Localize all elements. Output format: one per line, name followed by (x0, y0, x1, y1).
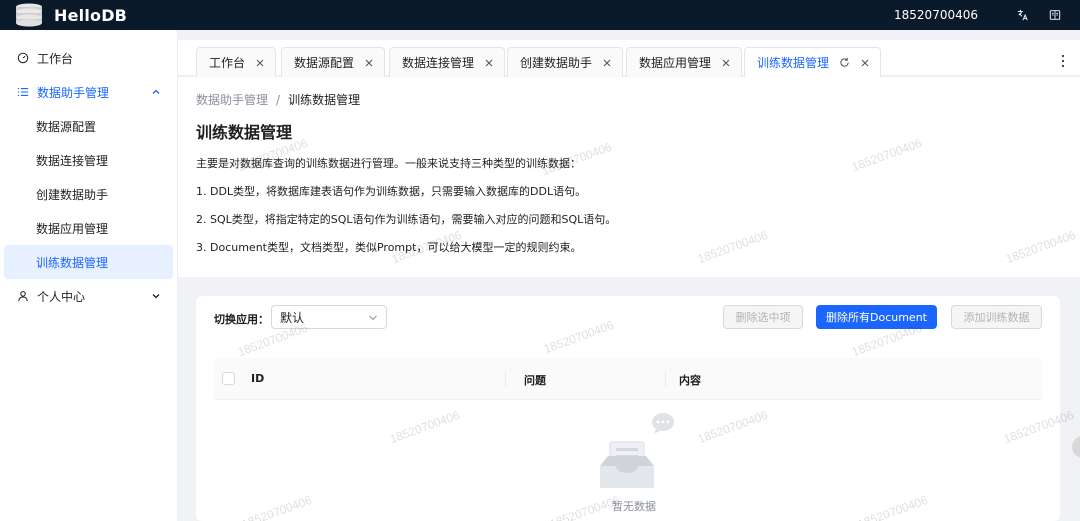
switch-app-label: 切换应用： (214, 313, 269, 326)
column-content: 内容 (679, 374, 701, 387)
chevron-down-icon (369, 315, 377, 321)
sidebar: 工作台 数据助手管理 数据源配置 数据连接管理 创建数据助手 数据应用管理 训练… (0, 30, 178, 521)
breadcrumb-current: 训练数据管理 (288, 93, 361, 107)
top-header: HelloDB 18520700406 (0, 0, 1080, 30)
delete-selected-button[interactable]: 删除选中项 (723, 305, 803, 329)
column-id: ID (251, 372, 265, 385)
page-point-ddl: 1. DDL类型，将数据库建表语句作为训练数据，只需要输入数据库的DDL语句。 (196, 185, 587, 198)
breadcrumb: 数据助手管理 / 训练数据管理 (196, 91, 360, 108)
tab-label: 数据应用管理 (639, 56, 712, 70)
app-select[interactable]: 默认 (271, 305, 387, 329)
list-icon (16, 85, 30, 99)
app-title: HelloDB (54, 5, 128, 25)
close-icon[interactable] (602, 58, 612, 68)
sidebar-group-assistant: 数据助手管理 数据源配置 数据连接管理 创建数据助手 数据应用管理 训练数据管理 (0, 75, 177, 279)
close-icon[interactable] (364, 58, 374, 68)
tab-label: 创建数据助手 (520, 56, 593, 70)
close-icon[interactable] (721, 58, 731, 68)
floating-side-handle[interactable] (1072, 436, 1080, 458)
breadcrumb-parent[interactable]: 数据助手管理 (196, 91, 268, 108)
breadcrumb-separator: / (276, 92, 281, 107)
column-divider (505, 370, 506, 388)
tab-label: 数据源配置 (294, 56, 355, 70)
sidebar-item-personal-center[interactable]: 个人中心 (0, 279, 177, 313)
tab-app-mgmt[interactable]: 数据应用管理 (626, 47, 743, 77)
sidebar-item-datasource-config[interactable]: 数据源配置 (0, 109, 177, 143)
chevron-down-icon (152, 294, 160, 299)
user-icon (16, 289, 30, 303)
tab-create-assistant[interactable]: 创建数据助手 (507, 47, 624, 77)
tab-datasource-config[interactable]: 数据源配置 (281, 47, 386, 77)
tab-training-data[interactable]: 训练数据管理 (744, 47, 882, 77)
user-id[interactable]: 18520700406 (894, 8, 978, 22)
add-training-data-button[interactable]: 添加训练数据 (951, 305, 1042, 329)
more-vertical-icon[interactable] (1060, 54, 1066, 68)
dashboard-icon (16, 51, 30, 65)
column-question: 问题 (524, 374, 546, 387)
page-point-document: 3. Document类型，文档类型，类似Prompt，可以给大模型一定的规则约… (196, 241, 582, 254)
sidebar-item-label: 工作台 (37, 51, 74, 66)
database-logo-icon (16, 3, 42, 27)
sidebar-item-label: 个人中心 (37, 289, 86, 304)
select-all-checkbox[interactable] (222, 372, 235, 385)
empty-inbox-icon (600, 413, 674, 488)
tabs-bar: 工作台 数据源配置 数据连接管理 创建数据助手 数据应用管理 训练数据管理 (178, 40, 1080, 77)
tab-label: 数据连接管理 (402, 56, 475, 70)
book-icon[interactable] (1046, 6, 1064, 24)
empty-state: 暂无数据 (594, 408, 674, 518)
table-header: ID 问题 内容 (214, 358, 1042, 400)
app-select-value: 默认 (280, 310, 305, 325)
page-intro: 主要是对数据库查询的训练数据进行管理。一般来说支持三种类型的训练数据： (196, 157, 581, 170)
tab-workbench[interactable]: 工作台 (196, 47, 277, 77)
sidebar-item-training-data[interactable]: 训练数据管理 (4, 245, 173, 279)
reload-icon[interactable] (839, 57, 850, 68)
sidebar-item-connection-mgmt[interactable]: 数据连接管理 (0, 143, 177, 177)
close-icon[interactable] (484, 58, 494, 68)
training-data-card: 切换应用： 默认 删除选中项 删除所有Document 添加训练数据 ID 问题… (196, 296, 1060, 521)
sidebar-item-label: 数据助手管理 (37, 85, 110, 100)
sidebar-item-assistant-mgmt[interactable]: 数据助手管理 (0, 75, 177, 109)
page-title: 训练数据管理 (196, 123, 293, 142)
close-icon[interactable] (255, 58, 265, 68)
delete-all-documents-button[interactable]: 删除所有Document (816, 305, 937, 329)
sidebar-item-workbench[interactable]: 工作台 (0, 41, 177, 75)
tab-label: 工作台 (209, 56, 246, 70)
page-point-sql: 2. SQL类型，将指定特定的SQL语句作为训练语句，需要输入对应的问题和SQL… (196, 213, 617, 226)
sidebar-item-create-assistant[interactable]: 创建数据助手 (0, 177, 177, 211)
column-divider (665, 370, 666, 388)
chevron-up-icon (152, 89, 160, 94)
logo-area[interactable]: HelloDB (0, 0, 127, 30)
tab-connection-mgmt[interactable]: 数据连接管理 (389, 47, 506, 77)
page-header: 数据助手管理 / 训练数据管理 训练数据管理 主要是对数据库查询的训练数据进行管… (178, 77, 1080, 277)
tab-label: 训练数据管理 (757, 56, 830, 70)
sidebar-item-app-mgmt[interactable]: 数据应用管理 (0, 211, 177, 245)
translate-icon[interactable] (1014, 6, 1032, 24)
close-icon[interactable] (860, 58, 870, 68)
empty-text: 暂无数据 (612, 500, 656, 513)
